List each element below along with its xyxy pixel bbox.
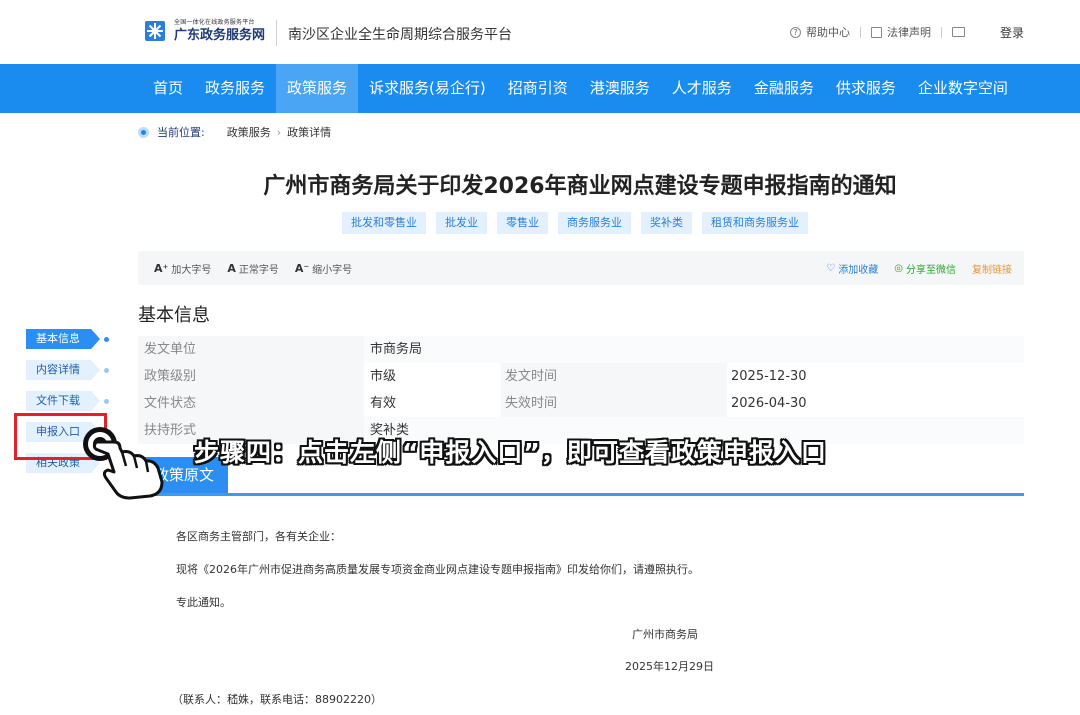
side-indicator-dot	[104, 368, 109, 373]
help-label: 帮助中心	[806, 26, 850, 39]
font-smaller-button[interactable]: A⁻ 缩小字号	[295, 261, 352, 276]
site-logo[interactable]: 全国一体化在线政务服务平台 广东政务服务网	[142, 18, 265, 44]
level-label: 政策级别	[138, 363, 364, 390]
side-indicator-dot	[104, 399, 109, 404]
basic-info-title: 基本信息	[138, 305, 210, 326]
issuer-label: 发文单位	[138, 336, 364, 363]
issuer-value: 市商务局	[364, 336, 1024, 363]
tag-list: 批发和零售业 批发业 零售业 商务服务业 奖补类 租赁和商务服务业	[342, 212, 818, 234]
nav-item-hk-macao[interactable]: 港澳服务	[579, 64, 661, 113]
nav-item-policy-service[interactable]: 政策服务	[276, 64, 359, 113]
tag-item[interactable]: 租赁和商务服务业	[702, 212, 808, 234]
chevron-right-icon: ›	[276, 125, 282, 139]
help-icon: ?	[790, 26, 801, 38]
location-icon	[138, 126, 149, 138]
issue-date-label: 发文时间	[501, 363, 727, 390]
side-item-file-download[interactable]: 文件下载	[26, 391, 100, 411]
mail-icon	[952, 27, 965, 37]
top-links: ? 帮助中心 法律声明	[780, 24, 970, 40]
link-divider	[860, 26, 861, 38]
table-row: 文件状态 有效 失效时间 2026-04-30	[138, 390, 1024, 417]
breadcrumb-label: 当前位置:	[157, 126, 205, 139]
basic-info-table: 发文单位 市商务局 政策级别 市级 发文时间 2025-12-30 文件状态 有…	[138, 336, 1024, 444]
share-wechat-button[interactable]: ◎ 分享至微信	[894, 261, 956, 276]
legal-label: 法律声明	[887, 26, 931, 39]
font-larger-button[interactable]: A⁺ 加大字号	[154, 261, 211, 276]
logo-title: 广东政务服务网	[174, 28, 266, 43]
logo-subtitle: 全国一体化在线政务服务平台	[174, 19, 255, 26]
nav-item-finance[interactable]: 金融服务	[743, 64, 825, 113]
tag-item[interactable]: 批发业	[436, 212, 487, 234]
nav-item-government-service[interactable]: 政务服务	[194, 64, 276, 113]
font-normal-button[interactable]: A 正常字号	[227, 261, 279, 276]
table-row: 发文单位 市商务局	[138, 336, 1024, 363]
tutorial-caption: 步骤四：点击左侧“申报入口”，即可查看政策申报入口	[194, 438, 827, 467]
help-center-link[interactable]: ? 帮助中心	[790, 24, 850, 40]
font-smaller-label: 缩小字号	[312, 264, 353, 276]
font-size-icon: A⁻	[294, 261, 310, 275]
article-toolbar: A⁺ 加大字号 A 正常字号 A⁻ 缩小字号 ♡ 添加收藏 ◎ 分享至微信 复制链接	[138, 251, 1024, 285]
tag-item[interactable]: 商务服务业	[558, 212, 631, 234]
status-value: 有效	[364, 390, 501, 417]
breadcrumb: 当前位置: 政策服务 › 政策详情	[138, 124, 331, 140]
font-size-icon: A⁺	[154, 261, 169, 275]
add-favorite-button[interactable]: ♡ 添加收藏	[826, 261, 878, 276]
breadcrumb-policy-service[interactable]: 政策服务	[227, 124, 271, 140]
document-icon	[871, 26, 882, 38]
side-indicator-dot	[104, 337, 109, 342]
expiry-label: 失效时间	[501, 390, 727, 417]
main-nav: 首页 政务服务 政策服务 诉求服务(易企行) 招商引资 港澳服务 人才服务 金融…	[0, 64, 1080, 113]
section-underline	[138, 493, 1024, 496]
copy-link-button[interactable]: 复制链接	[972, 261, 1012, 276]
pointing-hand-icon	[83, 427, 164, 500]
mail-link[interactable]	[952, 27, 970, 37]
font-larger-label: 加大字号	[171, 264, 212, 276]
tag-item[interactable]: 批发和零售业	[342, 212, 426, 234]
tag-item[interactable]: 零售业	[497, 212, 548, 234]
contact-text: （联系人：嵇姝，联系电话：88902220）	[172, 693, 382, 706]
closing-text: 专此通知。	[176, 596, 231, 609]
favorite-label: 添加收藏	[838, 264, 879, 276]
issue-date-value: 2025-12-30	[727, 363, 1024, 390]
expiry-value: 2026-04-30	[727, 390, 1024, 417]
site-title: 南沙区企业全生命周期综合服务平台	[288, 27, 512, 43]
date-text: 2025年12月29日	[625, 660, 714, 673]
tag-item[interactable]: 奖补类	[641, 212, 692, 234]
nav-item-supply-demand[interactable]: 供求服务	[825, 64, 907, 113]
font-size-icon: A	[227, 261, 236, 275]
table-row: 政策级别 市级 发文时间 2025-12-30	[138, 363, 1024, 390]
level-value: 市级	[364, 363, 501, 390]
nav-item-home[interactable]: 首页	[142, 64, 194, 113]
share-label: 分享至微信	[906, 264, 956, 276]
status-label: 文件状态	[138, 390, 364, 417]
legal-link[interactable]: 法律声明	[871, 24, 931, 40]
heart-icon: ♡	[826, 262, 836, 274]
login-link[interactable]: 登录	[1000, 24, 1024, 41]
header-divider	[276, 20, 277, 46]
nav-item-appeal-service[interactable]: 诉求服务(易企行)	[358, 64, 497, 113]
nav-item-talent[interactable]: 人才服务	[661, 64, 743, 113]
page-title: 广州市商务局关于印发2026年商业网点建设专题申报指南的通知	[263, 174, 897, 199]
link-divider	[941, 26, 942, 38]
wechat-icon: ◎	[894, 262, 903, 274]
top-header: 全国一体化在线政务服务平台 广东政务服务网 南沙区企业全生命周期综合服务平台 ?…	[0, 0, 1080, 64]
body-text: 现将《2026年广州市促进商务高质量发展专项资金商业网点建设专题申报指南》印发给…	[176, 563, 699, 576]
salutation-text: 各区商务主管部门，各有关企业：	[176, 530, 341, 543]
side-item-basic-info[interactable]: 基本信息	[26, 329, 100, 349]
nav-item-investment[interactable]: 招商引资	[497, 64, 579, 113]
signature-text: 广州市商务局	[632, 628, 698, 641]
breadcrumb-policy-detail: 政策详情	[287, 126, 332, 139]
nav-item-digital-space[interactable]: 企业数字空间	[907, 64, 1019, 113]
snowflake-logo-icon	[145, 21, 165, 41]
font-normal-label: 正常字号	[238, 264, 279, 276]
side-item-content-detail[interactable]: 内容详情	[26, 360, 100, 380]
